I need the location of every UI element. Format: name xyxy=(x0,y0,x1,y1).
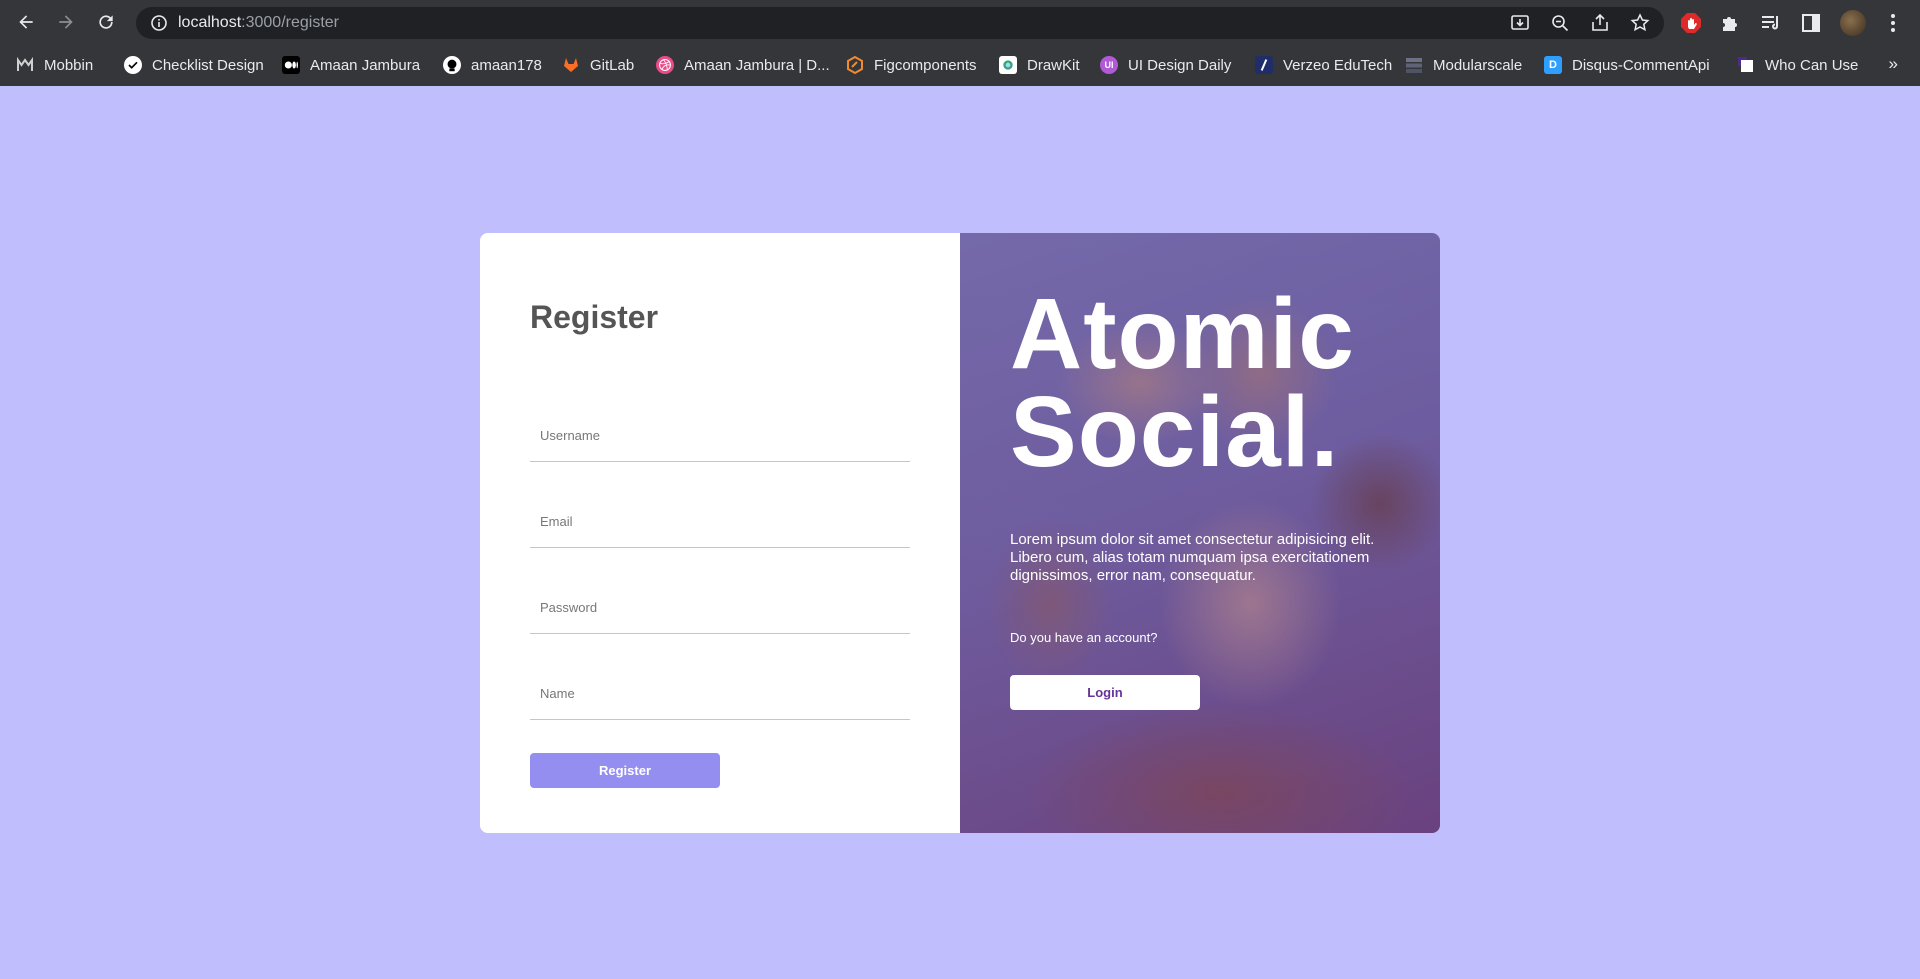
bookmark-drawkit[interactable]: DrawKit xyxy=(999,53,1080,77)
reload-icon[interactable] xyxy=(94,10,118,34)
reading-list-icon[interactable] xyxy=(1760,12,1782,34)
side-panel-icon[interactable] xyxy=(1800,12,1822,34)
bookmark-figcomponents[interactable]: Figcomponents xyxy=(846,53,977,77)
back-icon[interactable] xyxy=(14,10,38,34)
bookmark-ui-design-daily[interactable]: UI UI Design Daily xyxy=(1100,53,1231,77)
bookmark-label: Mobbin xyxy=(44,56,94,74)
bookmark-label: GitLab xyxy=(590,56,635,74)
register-button[interactable]: Register xyxy=(530,753,720,788)
profile-avatar[interactable] xyxy=(1840,10,1866,36)
browser-toolbar: localhost:3000/register xyxy=(0,0,1920,44)
install-app-icon[interactable] xyxy=(1510,13,1530,33)
password-field xyxy=(530,581,910,634)
bookmark-verzeo[interactable]: Verzeo EduTech xyxy=(1255,53,1392,77)
bookmark-label: UI Design Daily xyxy=(1128,56,1232,74)
bookmark-github[interactable]: amaan178 xyxy=(443,53,542,77)
bookmark-disqus[interactable]: D Disqus-CommentApi xyxy=(1544,53,1710,77)
share-icon[interactable] xyxy=(1590,13,1610,33)
disqus-icon: D xyxy=(1544,56,1562,74)
github-icon xyxy=(443,56,461,74)
name-field xyxy=(530,667,910,720)
extensions-puzzle-icon[interactable] xyxy=(1720,12,1742,34)
figcomponents-icon xyxy=(846,56,864,74)
drawkit-icon xyxy=(999,56,1017,74)
register-form-panel: Register Register xyxy=(480,233,960,833)
bookmark-label: Disqus-CommentApi xyxy=(1572,56,1710,74)
bookmark-checklist-design[interactable]: Checklist Design xyxy=(124,53,264,77)
bookmark-mobbin[interactable]: Mobbin xyxy=(16,53,93,77)
bookmark-label: Amaan Jambura | D... xyxy=(684,56,830,74)
checklist-icon xyxy=(124,56,142,74)
headline-line-1: Atomic xyxy=(1010,278,1355,390)
bookmark-label: DrawKit xyxy=(1027,56,1080,74)
register-card: Register Register Atomic Social. Lorem i… xyxy=(480,233,1440,833)
promo-panel: Atomic Social. Lorem ipsum dolor sit ame… xyxy=(960,233,1440,833)
bookmark-modularscale[interactable]: Modularscale xyxy=(1405,53,1522,77)
account-question: Do you have an account? xyxy=(1010,630,1158,645)
page-title: Register xyxy=(530,299,659,335)
bookmark-label: Who Can Use xyxy=(1765,56,1859,74)
promo-description: Lorem ipsum dolor sit amet consectetur a… xyxy=(1010,531,1375,584)
bookmark-star-icon[interactable] xyxy=(1630,13,1650,33)
mobbin-icon xyxy=(16,56,34,74)
gitlab-icon xyxy=(562,56,580,74)
email-input[interactable] xyxy=(530,495,910,547)
bookmark-label: Amaan Jambura xyxy=(310,56,421,74)
username-field xyxy=(530,409,910,462)
email-field xyxy=(530,495,910,548)
site-info-icon[interactable] xyxy=(150,14,168,32)
headline-line-2: Social. xyxy=(1010,376,1340,488)
url-path: :3000/register xyxy=(241,14,339,31)
brand-headline: Atomic Social. xyxy=(1010,284,1355,482)
medium-icon xyxy=(282,56,300,74)
url-text[interactable]: localhost:3000/register xyxy=(178,14,339,32)
modularscale-icon xyxy=(1405,56,1423,74)
bookmark-label: Checklist Design xyxy=(152,56,264,74)
bookmark-label: amaan178 xyxy=(471,56,542,74)
browser-chrome: localhost:3000/register Mobbin Checklist… xyxy=(0,0,1920,86)
login-button[interactable]: Login xyxy=(1010,675,1200,710)
name-input[interactable] xyxy=(530,667,910,719)
menu-kebab-icon[interactable] xyxy=(1882,12,1904,34)
address-bar[interactable]: localhost:3000/register xyxy=(136,7,1664,39)
bookmark-label: Verzeo EduTech xyxy=(1283,56,1393,74)
bookmark-dribbble[interactable]: Amaan Jambura | D... xyxy=(656,53,830,77)
password-input[interactable] xyxy=(530,581,910,633)
forward-icon[interactable] xyxy=(54,10,78,34)
bookmark-amaan-jambura-medium[interactable]: Amaan Jambura xyxy=(282,53,420,77)
ui-design-daily-icon: UI xyxy=(1100,56,1118,74)
bookmark-label: Figcomponents xyxy=(874,56,977,74)
dribbble-icon xyxy=(656,56,674,74)
bookmarks-overflow-button[interactable]: » xyxy=(1889,54,1898,74)
bookmark-label: Modularscale xyxy=(1433,56,1523,74)
bookmarks-bar: Mobbin Checklist Design Amaan Jambura am… xyxy=(0,44,1920,86)
bookmark-gitlab[interactable]: GitLab xyxy=(562,53,634,77)
zoom-icon[interactable] xyxy=(1550,13,1570,33)
url-host: localhost xyxy=(178,14,242,31)
who-can-use-icon xyxy=(1737,56,1755,74)
bookmark-who-can-use[interactable]: Who Can Use xyxy=(1737,53,1858,77)
username-input[interactable] xyxy=(530,409,910,461)
adblock-extension-icon[interactable] xyxy=(1680,12,1702,34)
verzeo-icon xyxy=(1255,56,1273,74)
